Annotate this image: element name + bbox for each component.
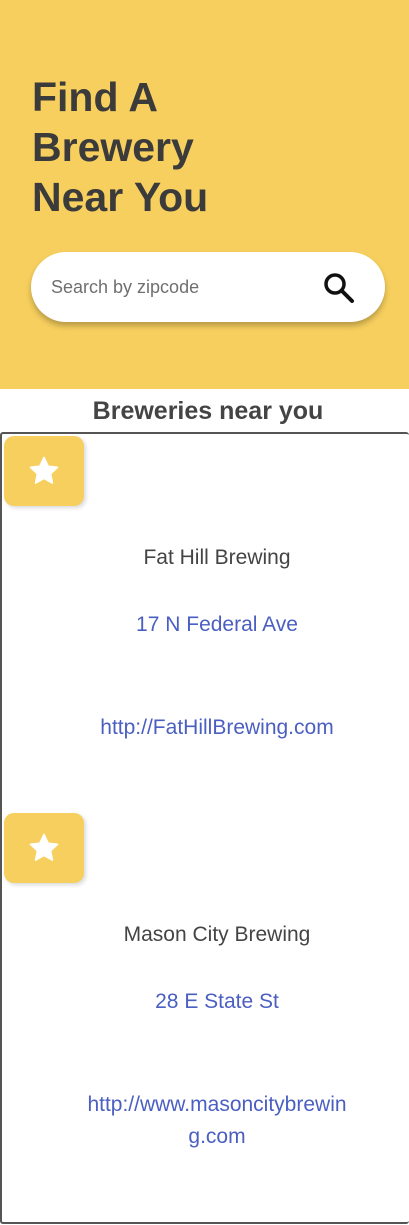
brewery-name: Mason City Brewing (123, 923, 311, 946)
star-icon (29, 456, 59, 484)
search-bar (31, 252, 385, 322)
brewery-card: Mason City Brewing 28 E State St http://… (2, 811, 409, 1187)
brewery-website-link[interactable]: http://www.masoncitybrewing.com (86, 1089, 348, 1153)
favorite-button[interactable] (4, 813, 84, 883)
brewery-address-link[interactable]: 17 N Federal Ave (2, 613, 409, 637)
brewery-name: Fat Hill Brewing (143, 546, 291, 569)
search-button[interactable] (321, 270, 357, 306)
brewery-address-link[interactable]: 28 E State St (2, 990, 409, 1014)
favorite-button[interactable] (4, 436, 84, 506)
brewery-list[interactable]: Fat Hill Brewing 17 N Federal Ave http:/… (0, 432, 409, 1224)
star-icon (29, 833, 59, 861)
search-icon (324, 273, 354, 303)
brewery-website-link[interactable]: http://FatHillBrewing.com (86, 712, 348, 744)
search-input[interactable] (51, 272, 311, 302)
brewery-card: Fat Hill Brewing 17 N Federal Ave http:/… (2, 434, 409, 810)
page-title: Find A Brewery Near You (32, 74, 209, 220)
hero-banner: Find A Brewery Near You (0, 0, 409, 389)
results-heading: Breweries near you (92, 397, 324, 425)
